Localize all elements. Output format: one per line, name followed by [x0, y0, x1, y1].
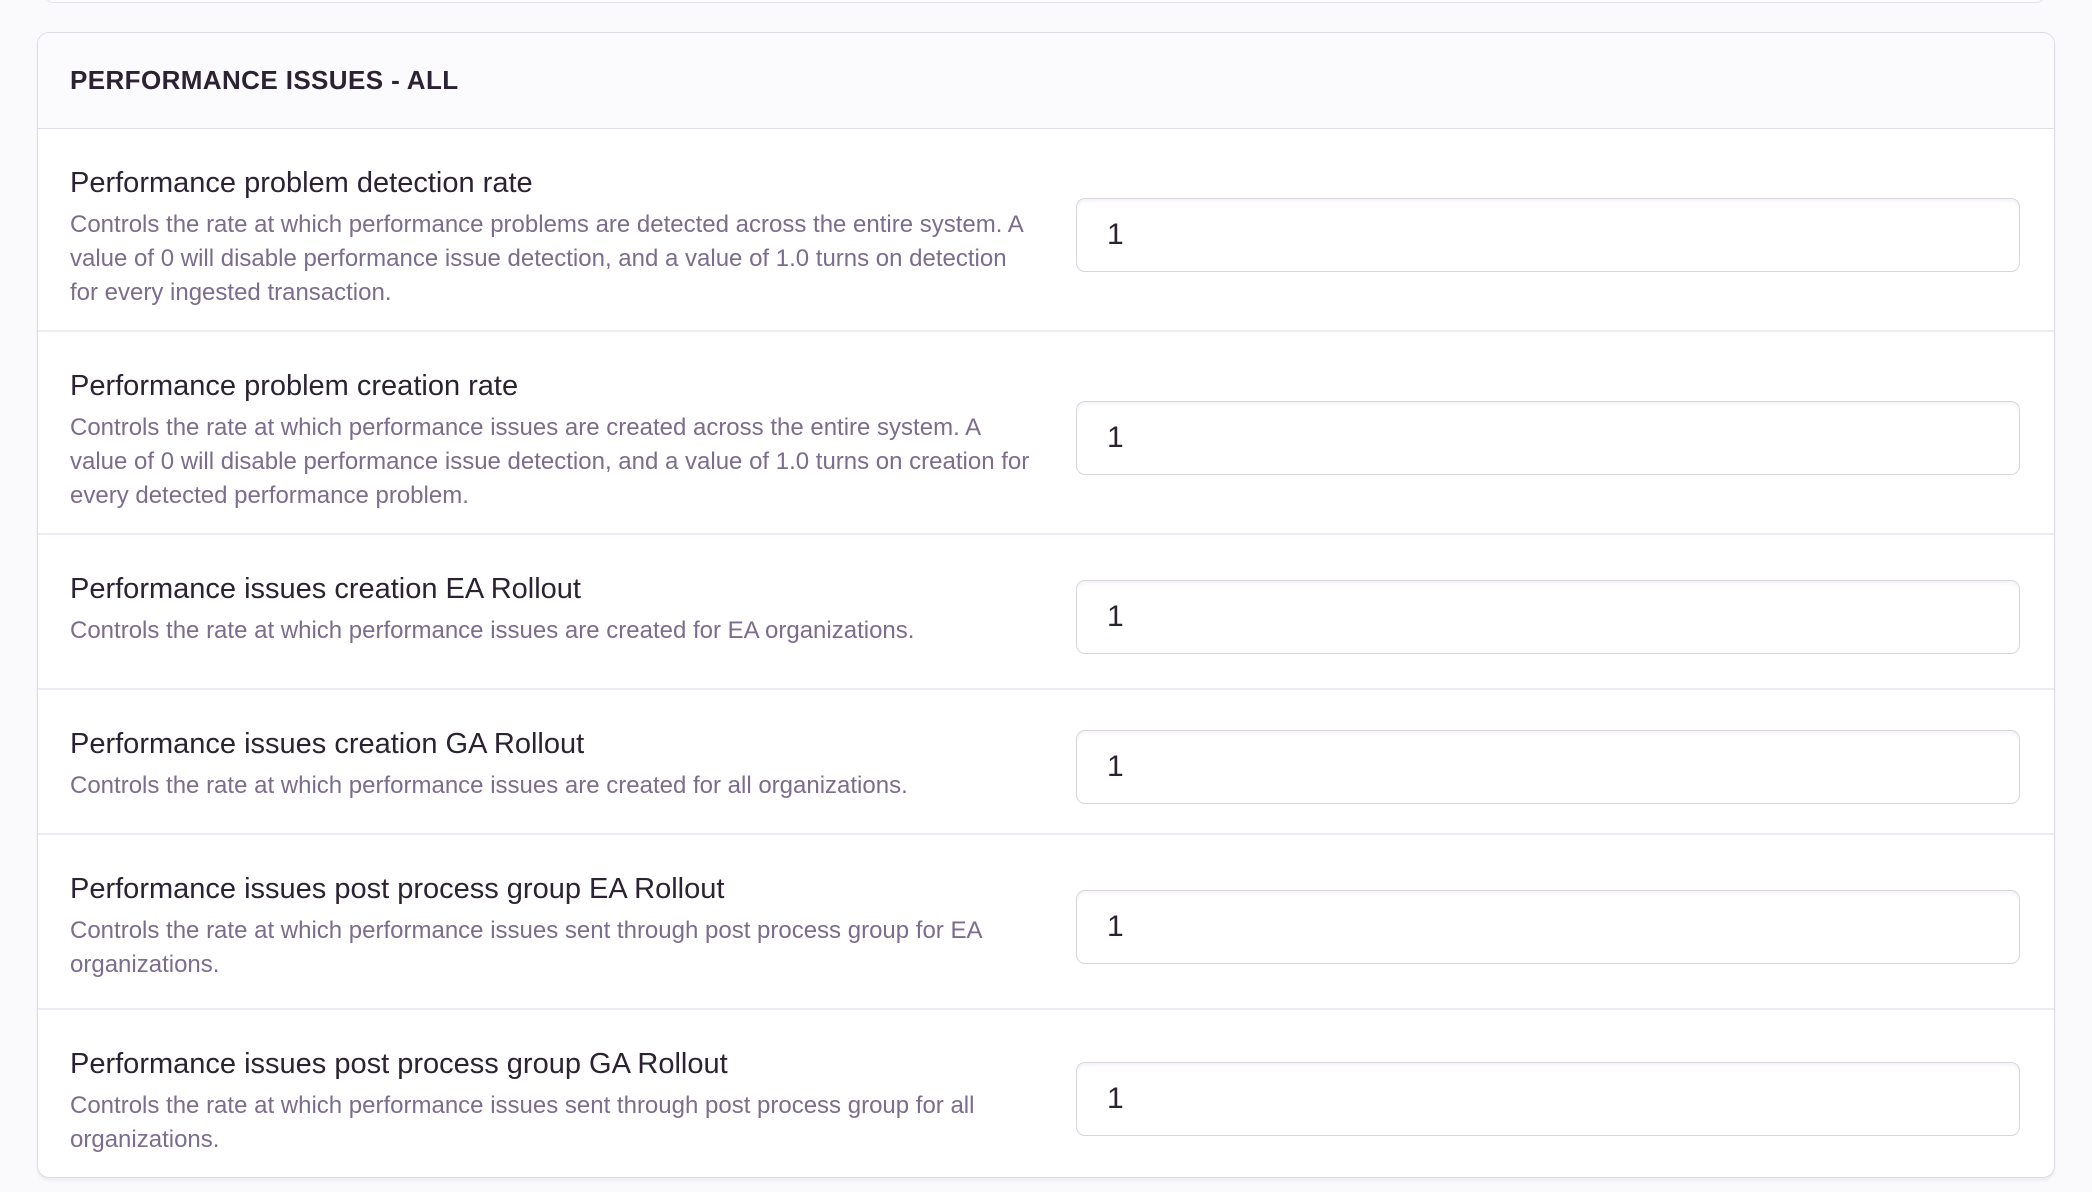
- field-description: Controls the rate at which performance p…: [70, 208, 1035, 310]
- field-description: Controls the rate at which performance i…: [70, 411, 1035, 513]
- performance-issues-post-process-group-ea-rollout-input[interactable]: [1076, 890, 2020, 964]
- field-title: Performance issues creation EA Rollout: [70, 569, 1040, 609]
- panel-title: PERFORMANCE ISSUES - ALL: [70, 65, 459, 96]
- field-title: Performance issues creation GA Rollout: [70, 724, 1040, 764]
- performance-problem-detection-rate-input[interactable]: [1076, 198, 2020, 272]
- settings-row-performance-problem-detection-rate: Performance problem detection rate Contr…: [38, 129, 2054, 330]
- settings-row-performance-issues-post-process-group-ga-rollout: Performance issues post process group GA…: [38, 1008, 2054, 1177]
- page: PERFORMANCE ISSUES - ALL Performance pro…: [0, 0, 2092, 1192]
- field-title: Performance problem creation rate: [70, 366, 1040, 406]
- field-title: Performance problem detection rate: [70, 163, 1040, 203]
- field-description: Controls the rate at which performance i…: [70, 769, 1035, 803]
- field-label: Performance problem creation rate Contro…: [70, 362, 1040, 513]
- settings-row-performance-problem-creation-rate: Performance problem creation rate Contro…: [38, 330, 2054, 533]
- performance-problem-creation-rate-input[interactable]: [1076, 401, 2020, 475]
- field-control: [1076, 1062, 2020, 1136]
- field-control: [1076, 580, 2020, 654]
- performance-issues-creation-ea-rollout-input[interactable]: [1076, 580, 2020, 654]
- field-description: Controls the rate at which performance i…: [70, 614, 1035, 648]
- field-control: [1076, 198, 2020, 272]
- field-title: Performance issues post process group EA…: [70, 869, 1040, 909]
- field-label: Performance issues creation EA Rollout C…: [70, 565, 1040, 648]
- field-control: [1076, 730, 2020, 804]
- performance-issues-creation-ga-rollout-input[interactable]: [1076, 730, 2020, 804]
- previous-panel-bottom-edge: [44, 0, 2046, 3]
- field-control: [1076, 401, 2020, 475]
- settings-row-performance-issues-creation-ga-rollout: Performance issues creation GA Rollout C…: [38, 688, 2054, 833]
- field-description: Controls the rate at which performance i…: [70, 914, 1035, 982]
- performance-issues-post-process-group-ga-rollout-input[interactable]: [1076, 1062, 2020, 1136]
- field-label: Performance issues post process group EA…: [70, 865, 1040, 982]
- settings-row-performance-issues-post-process-group-ea-rollout: Performance issues post process group EA…: [38, 833, 2054, 1008]
- performance-issues-panel: PERFORMANCE ISSUES - ALL Performance pro…: [37, 32, 2055, 1178]
- field-label: Performance issues creation GA Rollout C…: [70, 720, 1040, 803]
- field-label: Performance issues post process group GA…: [70, 1040, 1040, 1157]
- field-control: [1076, 890, 2020, 964]
- settings-row-performance-issues-creation-ea-rollout: Performance issues creation EA Rollout C…: [38, 533, 2054, 688]
- panel-header: PERFORMANCE ISSUES - ALL: [38, 33, 2054, 129]
- field-title: Performance issues post process group GA…: [70, 1044, 1040, 1084]
- field-label: Performance problem detection rate Contr…: [70, 159, 1040, 310]
- field-description: Controls the rate at which performance i…: [70, 1089, 1035, 1157]
